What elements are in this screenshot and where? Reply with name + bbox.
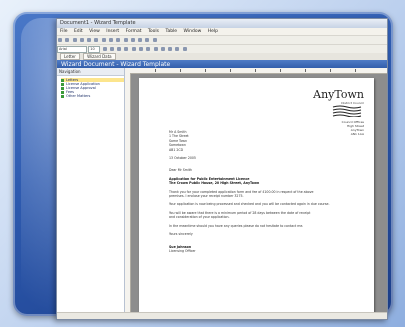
ruler-tick	[230, 69, 231, 72]
font-name-select[interactable]: Arial	[57, 46, 87, 53]
menu-edit[interactable]: Edit	[74, 29, 83, 34]
brand-logo-text: AnyTown	[313, 88, 364, 101]
status-strip	[57, 312, 387, 319]
ruler-tick	[155, 69, 156, 72]
tab-letter[interactable]: Letter	[60, 53, 80, 60]
ruler-tick	[280, 69, 281, 72]
background: Document1 - Wizard Template File Edit Vi…	[0, 0, 405, 327]
folder-icon	[61, 82, 64, 86]
letter-page[interactable]: AnyTown District Council Council Offices…	[139, 78, 374, 319]
document-area[interactable]: AnyTown District Council Council Offices…	[125, 68, 387, 319]
window-title: Document1 - Wizard Template	[57, 19, 387, 28]
font-size-select[interactable]: 10	[88, 46, 101, 53]
ruler-tick	[305, 69, 306, 72]
underline-icon[interactable]	[117, 47, 122, 51]
sender-address: Council Offices High Street AnyTown AN1 …	[342, 120, 364, 136]
columns-icon[interactable]	[145, 38, 150, 42]
menu-file[interactable]: File	[60, 29, 68, 34]
cut-icon[interactable]	[101, 38, 106, 42]
navigation-tree: Letters License Application License Appr…	[57, 76, 124, 98]
waves-logo-icon	[332, 105, 362, 117]
horizontal-ruler[interactable]	[125, 68, 387, 74]
vertical-ruler[interactable]	[125, 73, 131, 319]
tree-item[interactable]: Other Matters	[61, 94, 124, 98]
view-tabs: Letter Wizard Data	[57, 53, 387, 60]
menu-bar: File Edit View Insert Format Tools Table…	[57, 28, 387, 35]
print-icon[interactable]	[79, 38, 84, 42]
italic-icon[interactable]	[109, 47, 114, 51]
align-left-icon[interactable]	[124, 47, 129, 51]
ruler-tick	[180, 69, 181, 72]
tab-wizard-data[interactable]: Wizard Data	[83, 53, 116, 60]
save-icon[interactable]	[72, 38, 77, 42]
menu-view[interactable]: View	[89, 29, 100, 34]
align-right-icon[interactable]	[138, 47, 143, 51]
table-icon[interactable]	[138, 38, 143, 42]
new-icon[interactable]	[58, 38, 62, 42]
numbering-icon[interactable]	[153, 47, 158, 51]
navigation-header: Navigation	[57, 68, 124, 76]
menu-help[interactable]: Help	[208, 29, 218, 34]
signature-title: Licensing Officer	[169, 248, 196, 253]
font-color-icon[interactable]	[182, 47, 187, 51]
menu-window[interactable]: Window	[184, 29, 202, 34]
zoom-icon[interactable]	[152, 38, 157, 42]
spell-icon[interactable]	[94, 38, 99, 42]
align-center-icon[interactable]	[131, 47, 136, 51]
folder-icon	[61, 94, 64, 98]
ruler-tick	[255, 69, 256, 72]
highlight-icon[interactable]	[175, 47, 180, 51]
preview-icon[interactable]	[87, 38, 92, 42]
navigation-pane: Navigation Letters License Application L…	[57, 68, 125, 319]
undo-icon[interactable]	[123, 38, 128, 42]
formatting-toolbar: Arial 10	[57, 44, 387, 53]
copy-icon[interactable]	[108, 38, 113, 42]
menu-format[interactable]: Format	[126, 29, 142, 34]
open-icon[interactable]	[65, 38, 70, 42]
tree-item-label: Other Matters	[66, 94, 91, 98]
folder-icon	[61, 78, 64, 82]
paste-icon[interactable]	[116, 38, 121, 42]
ruler-tick	[205, 69, 206, 72]
justify-icon[interactable]	[146, 47, 151, 51]
ruler-tick	[330, 69, 331, 72]
ruler-tick	[355, 69, 356, 72]
standard-toolbar	[57, 35, 387, 44]
application-window: Document1 - Wizard Template File Edit Vi…	[56, 18, 388, 320]
folder-icon	[61, 86, 64, 90]
redo-icon[interactable]	[130, 38, 135, 42]
bullets-icon[interactable]	[160, 47, 165, 51]
folder-icon	[61, 90, 64, 94]
paragraph-line: Your application is now being processed …	[169, 202, 330, 207]
menu-tools[interactable]: Tools	[148, 29, 159, 34]
menu-insert[interactable]: Insert	[106, 29, 119, 34]
indent-icon[interactable]	[168, 47, 173, 51]
letter-body: Mr A Smith 1 The Street Some Town Someto…	[169, 130, 339, 253]
address-line: AN1 1AA	[350, 132, 364, 136]
bold-icon[interactable]	[102, 47, 107, 51]
menu-table[interactable]: Table	[165, 29, 177, 34]
